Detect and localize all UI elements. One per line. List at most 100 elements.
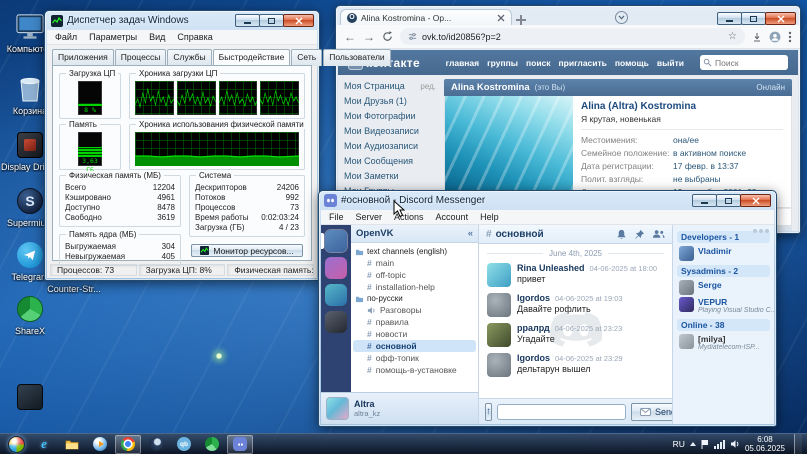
member-list-icon[interactable] [652,229,665,239]
menu-server[interactable]: Server [350,211,389,223]
hidden-icons-chevron[interactable] [690,442,696,446]
taskbar-explorer-icon[interactable] [59,435,85,454]
menu-help[interactable]: Справка [171,31,218,43]
sidebar-item-videos[interactable]: Мои Видеозаписи [344,124,436,139]
message-input[interactable] [497,404,626,420]
member-item[interactable]: Vladimir [677,245,770,262]
channel-item[interactable]: #installation-help [353,281,476,293]
channel-item[interactable]: #правила [353,316,476,328]
menu-help[interactable]: Help [474,211,505,223]
taskbar-ie-icon[interactable]: e [31,435,57,454]
tab-search-icon[interactable] [615,11,628,24]
site-settings-icon[interactable] [408,32,417,41]
titlebar[interactable]: Диспетчер задач Windows [45,11,319,30]
channel-item[interactable]: #новости [353,328,476,340]
taskbar-chrome-icon[interactable] [115,435,141,454]
minimize-button[interactable] [235,14,260,27]
channel-item[interactable]: #помощь-в-установке [353,364,476,376]
resource-monitor-button[interactable]: Монитор ресурсов... [191,244,302,257]
vk-nav-invite[interactable]: пригласить [559,58,607,68]
maximize-button[interactable] [741,12,766,25]
member-item[interactable]: [milya] Mydiatelecom-ISP... [677,333,770,353]
sidebar-item-messages[interactable]: Мои Сообщения [344,154,436,169]
attach-file-button[interactable]: ↑ [485,403,492,421]
chat-message[interactable]: Igordos04-06-2025 at 23:29 дельтарун выш… [487,353,664,377]
reload-icon[interactable] [382,31,393,42]
minimize-button[interactable] [717,12,742,25]
vk-nav-logout[interactable]: выйти [657,58,684,68]
maximize-button[interactable] [259,14,284,27]
server-icon[interactable] [325,257,347,279]
notifications-bell-icon[interactable] [616,229,627,240]
edit-link[interactable]: ред. [420,79,436,94]
new-tab-icon[interactable] [516,15,526,25]
tab-close-icon[interactable] [497,14,505,22]
tab-applications[interactable]: Приложения [52,49,114,66]
vk-nav-search[interactable]: поиск [526,58,551,68]
server-icon-openvk[interactable] [325,230,347,252]
menu-file[interactable]: Файл [49,31,83,43]
menu-actions[interactable]: Actions [388,211,430,223]
vk-nav-help[interactable]: помощь [615,58,649,68]
channel-item[interactable]: #офф-топик [353,352,476,364]
close-button[interactable] [283,14,314,27]
sidebar-item-notes[interactable]: Мои Заметки [344,169,436,184]
channel-item[interactable]: #off-topic [353,269,476,281]
taskbar-green-app-icon[interactable] [199,435,225,454]
menu-file[interactable]: File [323,211,350,223]
sidebar-item-photos[interactable]: Мои Фотографии [344,109,436,124]
back-icon[interactable]: ← [344,31,356,43]
maximize-button[interactable] [716,194,741,207]
channel-category[interactable]: text channels (english) [353,246,476,257]
tab-network[interactable]: Сеть [291,49,322,66]
current-user-panel[interactable]: Altra altra_kz [321,392,478,424]
action-center-flag-icon[interactable] [701,439,709,449]
tab-performance[interactable]: Быстродействие [213,49,291,66]
volume-icon[interactable] [730,439,740,449]
close-button[interactable] [765,12,796,25]
desktop-icon-dark-app[interactable] [2,382,58,414]
voice-channel-item[interactable]: Разговоры [353,304,476,316]
forward-icon[interactable]: → [363,31,375,43]
search-input[interactable] [700,55,788,70]
channel-category[interactable]: по-русски [353,293,476,304]
chat-message[interactable]: Igordos04-06-2025 at 19:03 Давайте рофли… [487,293,664,317]
bookmark-star-icon[interactable]: ☆ [728,31,737,42]
member-group-header[interactable]: Online - 38 [677,319,770,331]
taskbar-steam-icon[interactable] [143,435,169,454]
sidebar-item-my-page[interactable]: Моя Страницаред. [344,79,436,94]
tab-services[interactable]: Службы [167,49,211,66]
tab-processes[interactable]: Процессы [115,49,167,66]
chat-message[interactable]: рралрд04-06-2025 at 23:23 Угадайте [487,323,664,347]
profile-name[interactable]: Alina (Altra) Kostromina [581,101,783,112]
menu-view[interactable]: Вид [143,31,171,43]
menu-account[interactable]: Account [430,211,475,223]
start-button[interactable] [2,434,30,454]
desktop-icon-sharex[interactable]: ShareX [2,294,58,336]
sidebar-item-audio[interactable]: Мои Аудиозаписи [344,139,436,154]
member-item[interactable]: Serge [677,279,770,296]
menu-dots-icon[interactable] [788,31,792,43]
vk-nav-groups[interactable]: группы [487,58,518,68]
minimize-button[interactable] [692,194,717,207]
network-icon[interactable] [714,440,725,449]
channel-item[interactable]: #main [353,257,476,269]
server-icon[interactable] [325,311,347,333]
profile-avatar-icon[interactable] [769,31,781,43]
taskbar-discord-icon[interactable] [227,435,253,454]
menu-options[interactable]: Параметры [83,31,143,43]
collapse-sidebar-icon[interactable]: « [468,228,473,239]
chat-message[interactable]: Rina Unleashed04-06-2025 at 18:00 привет [487,263,664,287]
show-desktop-button[interactable] [794,434,802,454]
member-item[interactable]: VEPUR Playing Visual Studio C... [677,296,770,316]
tab-users[interactable]: Пользователи [323,49,390,66]
titlebar[interactable]: #основной - Discord Messenger [319,191,776,210]
member-group-header[interactable]: Sysadmins - 2 [677,265,770,277]
server-header[interactable]: OpenVK « [351,225,478,243]
close-button[interactable] [740,194,771,207]
clock[interactable]: 6:08 05.06.2025 [745,435,785,453]
vk-nav-main[interactable]: главная [446,58,480,68]
pinned-messages-icon[interactable] [634,229,645,240]
taskbar-qbittorrent-icon[interactable]: qb [171,435,197,454]
browser-tab[interactable]: O Alina Kostromina - Op... [340,9,512,25]
